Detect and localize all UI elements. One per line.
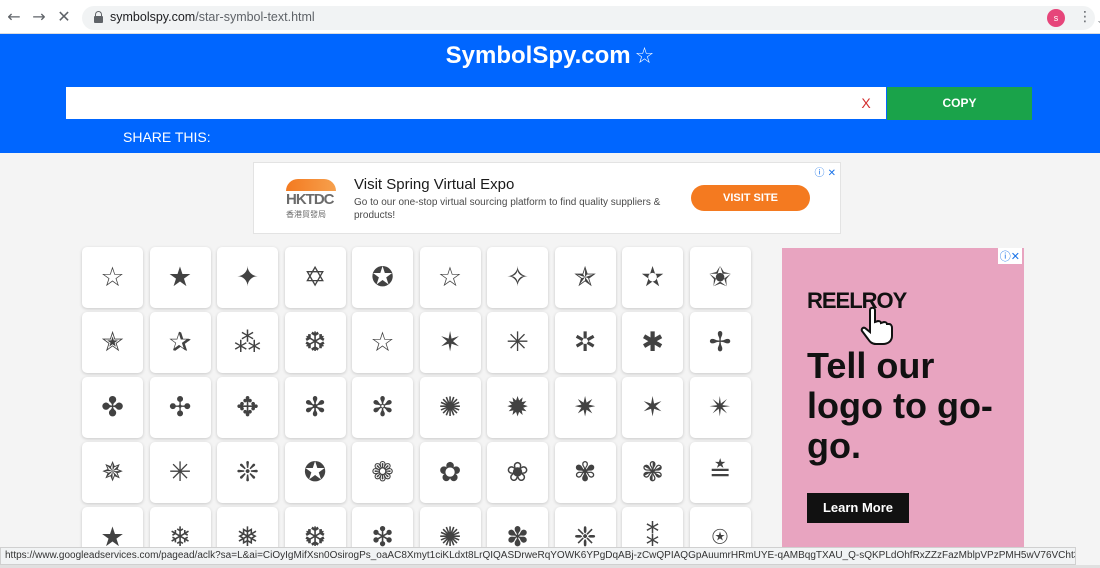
symbol-tile[interactable]: ❀: [487, 442, 548, 503]
symbol-tile[interactable]: ✬: [689, 247, 751, 308]
symbol-tile[interactable]: ☆: [419, 247, 481, 308]
symbol-tile[interactable]: ❊: [217, 442, 278, 503]
clear-button[interactable]: X: [856, 92, 876, 114]
logo-star-icon: ☆: [634, 44, 655, 69]
ad-description: Go to our one-stop virtual sourcing plat…: [354, 197, 661, 221]
hktdc-logo: HKTDC 香港貿發局: [286, 179, 338, 221]
symbol-tile[interactable]: ✺: [419, 377, 481, 438]
symbol-tile[interactable]: ✹: [487, 377, 548, 438]
symbol-tile[interactable]: ✿: [419, 442, 481, 503]
lock-icon: [94, 11, 103, 23]
browser-toolbar: ← → ✕ symbolspy.com/star-symbol-text.htm…: [0, 0, 1100, 34]
browser-menu-icon[interactable]: ⋮: [1078, 9, 1092, 25]
symbol-tile[interactable]: ☆: [352, 312, 413, 373]
symbol-tile[interactable]: ✫: [622, 247, 683, 308]
symbol-tile[interactable]: ✶: [419, 312, 481, 373]
symbol-tile[interactable]: ❁: [352, 442, 413, 503]
top-banner-ad[interactable]: HKTDC 香港貿發局 Visit Spring Virtual Expo Go…: [253, 162, 841, 234]
symbol-tile[interactable]: ✯: [554, 247, 616, 308]
symbol-tile[interactable]: ✼: [352, 377, 413, 438]
status-bar-url: https://www.googleadservices.com/pagead/…: [0, 547, 1076, 565]
symbol-tile[interactable]: ✴: [689, 377, 751, 438]
symbol-tile[interactable]: ✡: [284, 247, 346, 308]
symbol-tile[interactable]: ✾: [554, 442, 616, 503]
symbol-tile[interactable]: ✤: [82, 377, 143, 438]
copy-button[interactable]: COPY: [887, 87, 1032, 120]
symbol-tile[interactable]: ✣: [149, 377, 211, 438]
share-label: SHARE THIS:: [123, 129, 211, 145]
symbol-tile[interactable]: ✻: [284, 377, 346, 438]
symbol-tile[interactable]: ✥: [217, 377, 278, 438]
site-header: SymbolSpy.com ☆ X COPY SHARE THIS:: [0, 34, 1100, 153]
forward-arrow-icon[interactable]: →: [29, 7, 49, 27]
learn-more-button[interactable]: Learn More: [807, 493, 909, 523]
visit-site-button[interactable]: VISIT SITE: [691, 185, 810, 211]
symbol-tile[interactable]: ✧: [487, 247, 548, 308]
side-ad[interactable]: ⓘ✕ REELROY Tell our logo to go-go. Learn…: [782, 248, 1024, 548]
ad-title[interactable]: Visit Spring Virtual Expo: [354, 176, 514, 193]
symbol-tile[interactable]: ☆: [82, 247, 143, 308]
symbol-tile[interactable]: ✪: [284, 442, 346, 503]
ad-info-close-icon[interactable]: ⓘ ✕: [814, 164, 836, 179]
back-arrow-icon[interactable]: ←: [4, 7, 24, 27]
address-bar[interactable]: symbolspy.com/star-symbol-text.html ☆: [82, 6, 1100, 32]
ad-info-close-icon[interactable]: ⓘ✕: [997, 248, 1022, 264]
symbol-tile[interactable]: ✶: [622, 377, 683, 438]
symbol-tile[interactable]: ✳: [487, 312, 548, 373]
symbol-tile[interactable]: ✪: [352, 247, 413, 308]
symbol-tile[interactable]: ✵: [82, 442, 143, 503]
symbol-tile[interactable]: ❆: [284, 312, 346, 373]
symbol-tile[interactable]: ✳: [149, 442, 211, 503]
symbol-tile[interactable]: ★: [149, 247, 211, 308]
symbol-tile[interactable]: ✰: [149, 312, 211, 373]
symbol-tile[interactable]: ✱: [622, 312, 683, 373]
profile-avatar[interactable]: s: [1047, 9, 1065, 27]
pointer-hand-icon: [860, 306, 893, 345]
ad-headline: Tell our logo to go-go.: [807, 345, 993, 466]
symbol-text-input[interactable]: [66, 87, 886, 119]
symbol-tile[interactable]: ✭: [82, 312, 143, 373]
symbol-tile[interactable]: ⁂: [217, 312, 278, 373]
site-logo[interactable]: SymbolSpy.com ☆: [0, 42, 1100, 70]
symbol-tile[interactable]: ✢: [689, 312, 751, 373]
symbol-tile[interactable]: ❃: [622, 442, 683, 503]
symbol-tile[interactable]: ✷: [554, 377, 616, 438]
symbol-tile[interactable]: ≛: [689, 442, 751, 503]
url-text: symbolspy.com/star-symbol-text.html: [110, 10, 315, 24]
symbol-tile[interactable]: ✦: [217, 247, 278, 308]
stop-loading-icon[interactable]: ✕: [54, 7, 74, 27]
symbol-tile[interactable]: ✲: [554, 312, 616, 373]
